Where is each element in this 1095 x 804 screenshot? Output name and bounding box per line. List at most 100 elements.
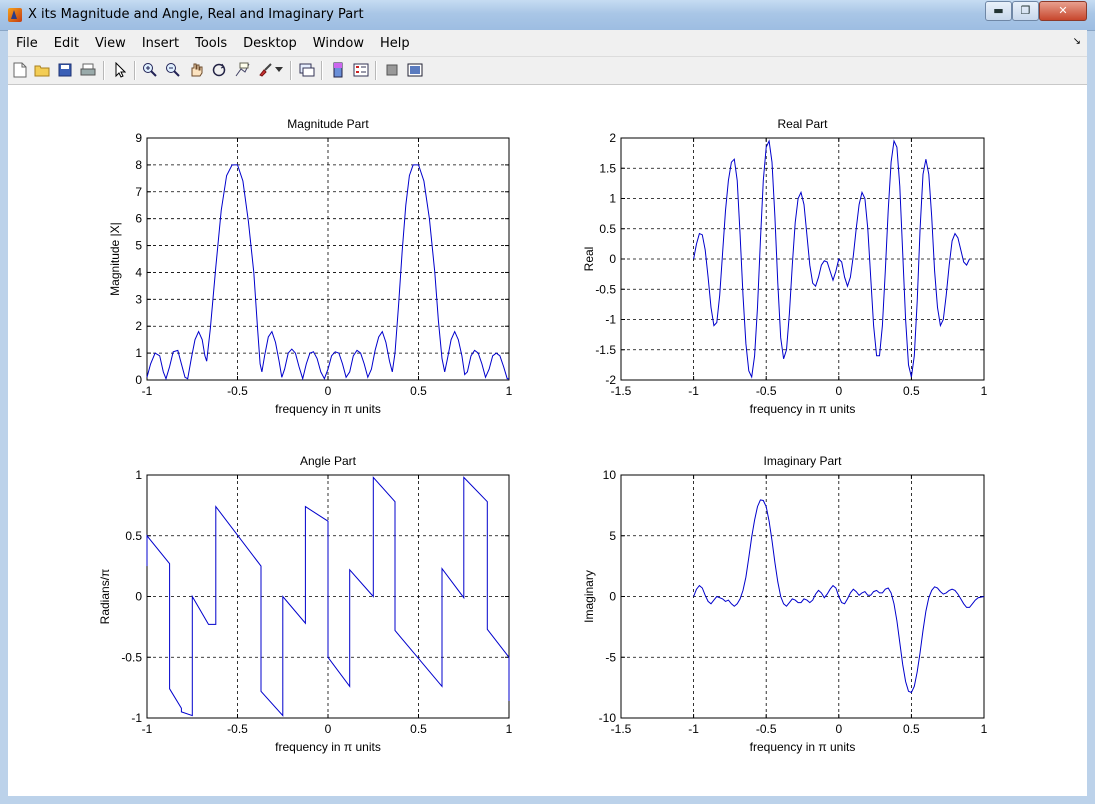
x-tick-label: 0.5 [903,722,920,736]
print-icon[interactable] [79,61,97,79]
y-tick-label: -5 [605,650,616,664]
y-axis-label: Imaginary [582,570,596,623]
y-tick-label: 1 [135,346,142,360]
insert-colorbar-icon[interactable] [329,61,347,79]
x-tick-label: 0 [325,384,332,398]
toolbar-separator [290,61,292,80]
x-axis-label: frequency in π units [750,740,856,754]
x-tick-label: 1 [981,722,988,736]
y-tick-label: 1 [135,468,142,482]
insert-legend-icon[interactable] [352,61,370,79]
y-tick-label: 1.5 [599,161,616,175]
y-tick-label: 0 [609,252,616,266]
x-tick-label: -1 [688,384,699,398]
y-tick-label: 9 [135,131,142,145]
y-tick-label: 5 [609,529,616,543]
x-axis-label: frequency in π units [750,402,856,416]
y-tick-label: -0.5 [595,282,616,296]
y-tick-label: -1 [131,711,142,725]
zoom-out-icon[interactable] [164,61,182,79]
link-plot-icon[interactable] [298,61,316,79]
menu-dock-arrow-icon[interactable]: ↘ [1073,36,1081,47]
y-tick-label: 10 [603,468,617,482]
y-tick-label: -1.5 [595,343,616,357]
y-tick-label: 2 [609,131,616,145]
new-figure-icon[interactable] [11,61,29,79]
chart-title: Imaginary Part [763,454,842,468]
brush-dropdown-chevron-down-icon[interactable] [274,61,284,79]
matlab-logo-icon [8,8,22,22]
y-tick-label: 8 [135,158,142,172]
pan-hand-icon[interactable] [187,61,205,79]
hide-plot-tools-icon[interactable] [383,61,401,79]
open-file-icon[interactable] [33,61,51,79]
x-tick-label: 1 [506,722,513,736]
rotate-3d-icon[interactable] [210,61,228,79]
chart-title: Real Part [777,117,828,131]
menu-tools[interactable]: Tools [187,36,235,51]
x-tick-label: 1 [506,384,513,398]
zoom-in-icon[interactable] [141,61,159,79]
x-tick-label: -1 [142,384,153,398]
x-tick-label: 0.5 [410,384,427,398]
y-tick-label: -1 [605,313,616,327]
x-tick-label: -1 [688,722,699,736]
figure-toolbar [8,57,1087,85]
y-tick-label: -2 [605,373,616,387]
toolbar-separator [103,61,105,80]
show-plot-tools-icon[interactable] [406,61,424,79]
toolbar-separator [375,61,377,80]
y-tick-label: 1 [609,192,616,206]
x-tick-label: -0.5 [227,722,248,736]
save-icon[interactable] [56,61,74,79]
y-tick-label: 0.5 [125,529,142,543]
brush-icon[interactable] [256,61,274,79]
y-tick-label: 0 [135,590,142,604]
y-tick-label: -0.5 [121,650,142,664]
y-tick-label: 6 [135,212,142,226]
y-tick-label: 0.5 [599,222,616,236]
maximize-button[interactable]: ❐ [1012,1,1039,21]
y-tick-label: 0 [135,373,142,387]
toolbar-separator [321,61,323,80]
y-tick-label: 7 [135,185,142,199]
x-tick-label: 0 [325,722,332,736]
figure-canvas: -1 -0.5 0 0.5 1 0 1 2 3 4 5 6 7 8 9 Magnitude Part frequ… [8,85,1087,796]
y-tick-label: 2 [135,319,142,333]
x-tick-label: -1 [142,722,153,736]
plots-svg: -1 -0.5 0 0.5 10123456789Magnitude Partfrequ… [98,117,988,754]
x-tick-label: 0 [835,722,842,736]
x-tick-label: 1 [981,384,988,398]
x-axis-label: frequency in π units [275,740,381,754]
x-tick-label: -0.5 [227,384,248,398]
close-button[interactable]: ✕ [1039,1,1087,21]
menu-help[interactable]: Help [372,36,418,51]
x-axis-label: frequency in π units [275,402,381,416]
y-tick-label: -10 [599,711,617,725]
data-cursor-icon[interactable] [233,61,251,79]
x-tick-label: 0.5 [410,722,427,736]
menu-edit[interactable]: Edit [46,36,87,51]
x-tick-label: -0.5 [756,384,777,398]
menu-desktop[interactable]: Desktop [235,36,305,51]
menu-file[interactable]: File [8,36,46,51]
x-tick-label: 0 [835,384,842,398]
menu-window[interactable]: Window [305,36,372,51]
x-tick-label: 0.5 [903,384,920,398]
y-tick-label: 5 [135,239,142,253]
y-axis-label: Real [582,247,596,272]
window-title: X its Magnitude and Angle, Real and Imag… [28,7,364,22]
y-tick-label: 3 [135,292,142,306]
y-tick-label: 0 [609,590,616,604]
chart-title: Angle Part [300,454,357,468]
menu-insert[interactable]: Insert [134,36,187,51]
x-tick-label: -0.5 [756,722,777,736]
y-tick-label: 4 [135,265,142,279]
minimize-button[interactable]: ▬ [985,1,1012,21]
menu-view[interactable]: View [87,36,134,51]
y-axis-label: Magnitude |X| [108,222,122,296]
edit-plot-pointer-icon[interactable] [111,61,129,79]
y-axis-label: Radians/π [98,569,112,625]
toolbar-separator [134,61,136,80]
title-bar: X its Magnitude and Angle, Real and Imag… [0,0,1095,31]
